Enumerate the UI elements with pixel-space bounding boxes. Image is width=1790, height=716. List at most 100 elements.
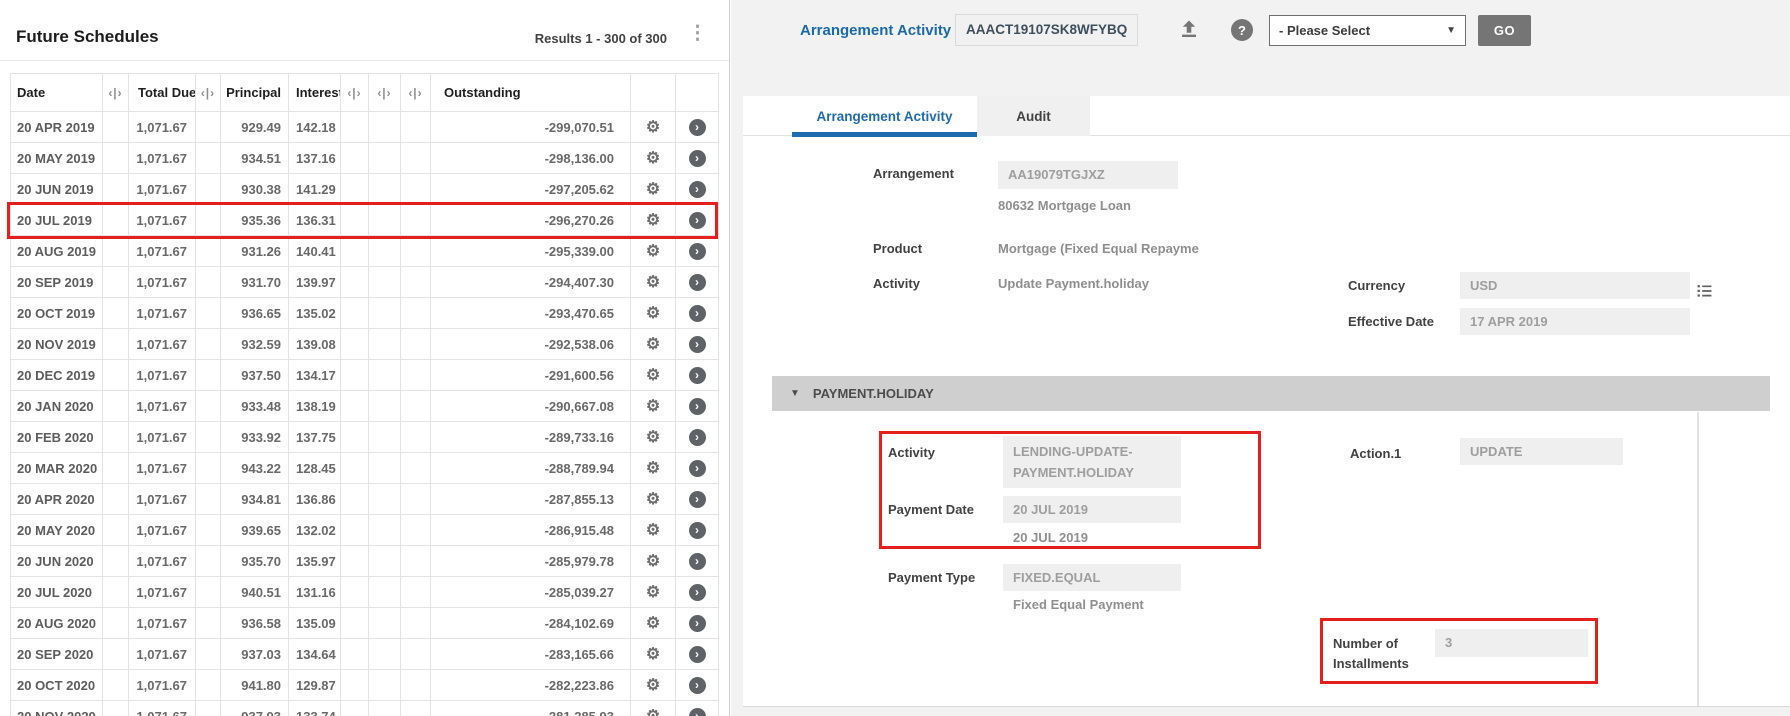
chevron-right-icon[interactable]: ›	[689, 305, 706, 322]
gear-icon[interactable]: ⚙	[646, 119, 660, 136]
cell-open: ›	[676, 112, 719, 143]
schedule-row[interactable]: 20 SEP 20191,071.67931.70139.97-294,407.…	[11, 267, 719, 298]
schedule-row[interactable]: 20 OCT 20191,071.67936.65135.02-293,470.…	[11, 298, 719, 329]
gear-icon[interactable]: ⚙	[646, 243, 660, 260]
action-select[interactable]: - Please Select ▼	[1269, 15, 1466, 46]
schedule-row[interactable]: 20 FEB 20201,071.67933.92137.75-289,733.…	[11, 422, 719, 453]
currency-field[interactable]: USD	[1460, 272, 1690, 299]
chevron-right-icon[interactable]: ›	[689, 212, 706, 229]
cell-empty	[341, 360, 369, 391]
cell-actions: ⚙	[631, 298, 676, 329]
chevron-right-icon[interactable]: ›	[689, 584, 706, 601]
tab-arrangement-activity[interactable]: Arrangement Activity	[792, 96, 977, 136]
column-resize-handle[interactable]: ‹|›	[369, 74, 401, 112]
gear-icon[interactable]: ⚙	[646, 305, 660, 322]
column-resize-handle[interactable]: ‹|›	[103, 74, 129, 112]
schedule-row[interactable]: 20 MAY 20191,071.67934.51137.16-298,136.…	[11, 143, 719, 174]
gear-icon[interactable]: ⚙	[646, 553, 660, 570]
gear-icon[interactable]: ⚙	[646, 522, 660, 539]
schedule-row[interactable]: 20 NOV 20201,071.67937.93133.74-281,285.…	[11, 701, 719, 716]
gear-icon[interactable]: ⚙	[646, 677, 660, 694]
chevron-right-icon[interactable]: ›	[689, 429, 706, 446]
payment-holiday-section-header[interactable]: ▼ PAYMENT.HOLIDAY	[772, 376, 1770, 411]
chevron-right-icon[interactable]: ›	[689, 646, 706, 663]
cell-interest: 136.31	[289, 205, 341, 236]
cell-empty	[341, 143, 369, 174]
payment-type-field[interactable]: FIXED.EQUAL	[1003, 564, 1181, 591]
arrangement-field[interactable]: AA19079TGJXZ	[998, 161, 1178, 189]
schedule-row[interactable]: 20 JUL 20201,071.67940.51131.16-285,039.…	[11, 577, 719, 608]
installments-field[interactable]: 3	[1435, 629, 1588, 657]
schedule-row[interactable]: 20 MAY 20201,071.67939.65132.02-286,915.…	[11, 515, 719, 546]
payment-date-field[interactable]: 20 JUL 2019	[1003, 496, 1181, 523]
gear-icon[interactable]: ⚙	[646, 274, 660, 291]
ph-activity-field[interactable]: LENDING-UPDATE-PAYMENT.HOLIDAY	[1003, 436, 1181, 488]
chevron-right-icon[interactable]: ›	[689, 181, 706, 198]
cell-empty	[103, 422, 129, 453]
cell-empty	[341, 639, 369, 670]
gear-icon[interactable]: ⚙	[646, 150, 660, 167]
schedule-row[interactable]: 20 APR 20201,071.67934.81136.86-287,855.…	[11, 484, 719, 515]
chevron-right-icon[interactable]: ›	[689, 398, 706, 415]
cell-open: ›	[676, 453, 719, 484]
schedule-row[interactable]: 20 JUN 20201,071.67935.70135.97-285,979.…	[11, 546, 719, 577]
chevron-right-icon[interactable]: ›	[689, 491, 706, 508]
effective-date-field[interactable]: 17 APR 2019	[1460, 308, 1690, 335]
upload-icon[interactable]	[1177, 17, 1201, 46]
chevron-right-icon[interactable]: ›	[689, 522, 706, 539]
gear-icon[interactable]: ⚙	[646, 429, 660, 446]
chevron-right-icon[interactable]: ›	[689, 119, 706, 136]
go-button[interactable]: GO	[1478, 15, 1531, 46]
column-header[interactable]: Interest	[289, 74, 341, 112]
gear-icon[interactable]: ⚙	[646, 367, 660, 384]
column-resize-handle[interactable]: ‹|›	[341, 74, 369, 112]
gear-icon[interactable]: ⚙	[646, 491, 660, 508]
column-header[interactable]: Date	[11, 74, 103, 112]
column-resize-handle[interactable]: ‹|›	[196, 74, 221, 112]
schedule-row[interactable]: 20 DEC 20191,071.67937.50134.17-291,600.…	[11, 360, 719, 391]
cell-total_due: 1,071.67	[129, 143, 196, 174]
chevron-right-icon[interactable]: ›	[689, 367, 706, 384]
gear-icon[interactable]: ⚙	[646, 336, 660, 353]
schedule-row[interactable]: 20 AUG 20191,071.67931.26140.41-295,339.…	[11, 236, 719, 267]
chevron-right-icon[interactable]: ›	[689, 336, 706, 353]
schedule-row[interactable]: 20 SEP 20201,071.67937.03134.64-283,165.…	[11, 639, 719, 670]
column-header[interactable]: Principal	[221, 74, 289, 112]
gear-icon[interactable]: ⚙	[646, 212, 660, 229]
schedule-row-selected[interactable]: 20 JUL 20191,071.67935.36136.31-296,270.…	[11, 205, 719, 236]
kebab-menu-icon[interactable]: ⋮	[688, 24, 707, 43]
gear-icon[interactable]: ⚙	[646, 584, 660, 601]
action-1-field[interactable]: UPDATE	[1460, 438, 1623, 465]
schedule-row[interactable]: 20 NOV 20191,071.67932.59139.08-292,538.…	[11, 329, 719, 360]
chevron-right-icon[interactable]: ›	[689, 553, 706, 570]
column-resize-handle[interactable]: ‹|›	[401, 74, 431, 112]
schedule-row[interactable]: 20 JUN 20191,071.67930.38141.29-297,205.…	[11, 174, 719, 205]
gear-icon[interactable]: ⚙	[646, 398, 660, 415]
schedule-row[interactable]: 20 MAR 20201,071.67943.22128.45-288,789.…	[11, 453, 719, 484]
tab-audit[interactable]: Audit	[977, 96, 1090, 136]
chevron-right-icon[interactable]: ›	[689, 708, 706, 716]
gear-icon[interactable]: ⚙	[646, 615, 660, 632]
column-header[interactable]: Outstanding	[431, 74, 631, 112]
gear-icon[interactable]: ⚙	[646, 460, 660, 477]
column-header[interactable]: Total Due	[129, 74, 196, 112]
cell-empty	[196, 670, 221, 701]
gear-icon[interactable]: ⚙	[646, 181, 660, 198]
arrangement-reference-field[interactable]: AAACT19107SK8WFYBQ	[955, 14, 1138, 46]
cell-empty	[341, 577, 369, 608]
chevron-right-icon[interactable]: ›	[689, 615, 706, 632]
schedule-row[interactable]: 20 JAN 20201,071.67933.48138.19-290,667.…	[11, 391, 719, 422]
chevron-right-icon[interactable]: ›	[689, 150, 706, 167]
chevron-right-icon[interactable]: ›	[689, 243, 706, 260]
list-menu-icon[interactable]	[1695, 282, 1714, 304]
help-icon[interactable]: ?	[1231, 19, 1253, 41]
cell-empty	[196, 143, 221, 174]
chevron-right-icon[interactable]: ›	[689, 460, 706, 477]
schedule-row[interactable]: 20 APR 20191,071.67929.49142.18-299,070.…	[11, 112, 719, 143]
schedule-row[interactable]: 20 AUG 20201,071.67936.58135.09-284,102.…	[11, 608, 719, 639]
schedule-row[interactable]: 20 OCT 20201,071.67941.80129.87-282,223.…	[11, 670, 719, 701]
gear-icon[interactable]: ⚙	[646, 646, 660, 663]
chevron-right-icon[interactable]: ›	[689, 677, 706, 694]
chevron-right-icon[interactable]: ›	[689, 274, 706, 291]
gear-icon[interactable]: ⚙	[646, 708, 660, 716]
